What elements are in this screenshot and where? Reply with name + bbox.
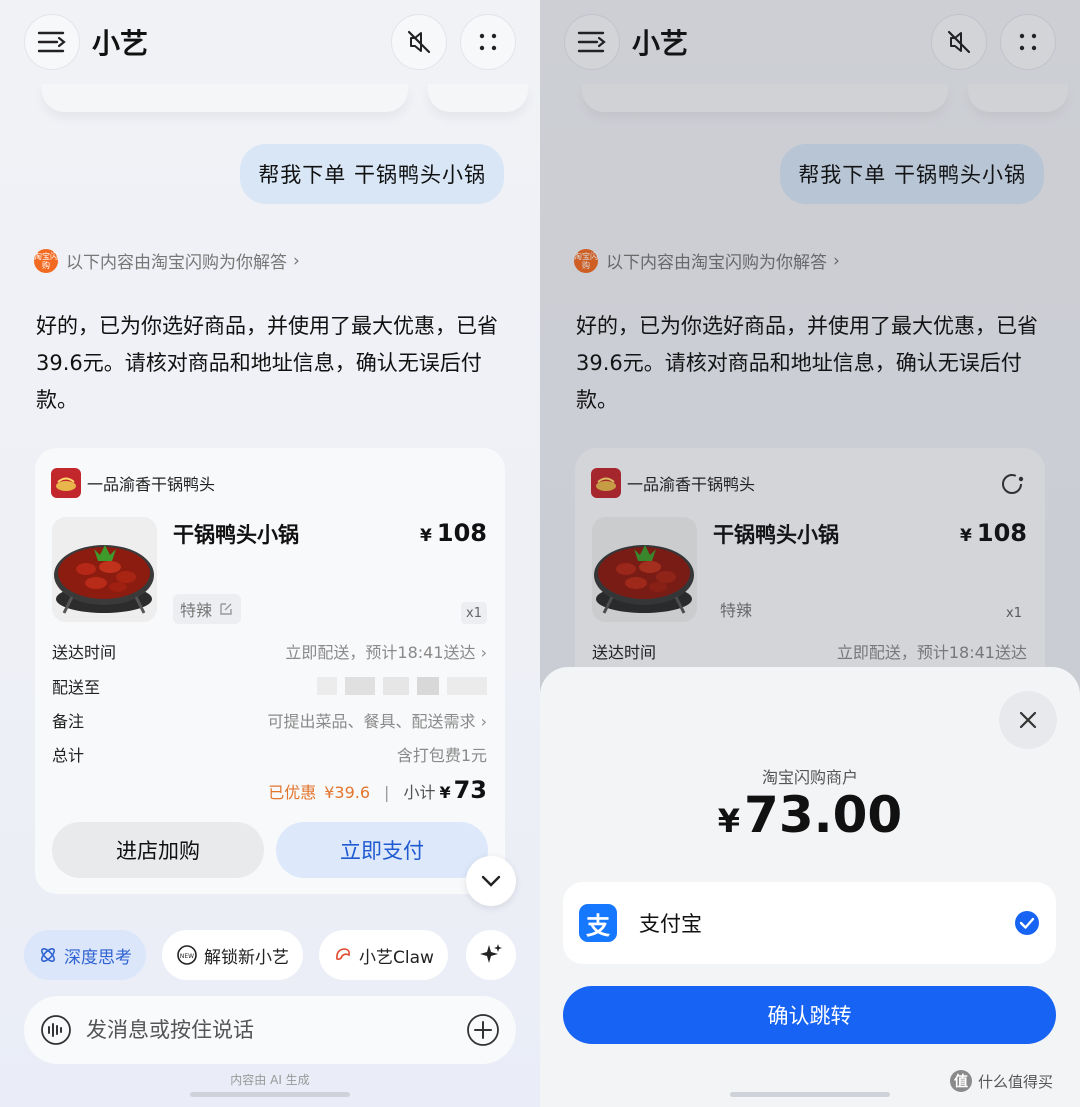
menu-icon: [577, 31, 606, 53]
unlock-xiaoyi-chip[interactable]: NEW 解锁新小艺: [162, 930, 303, 980]
quantity-badge: x1: [1006, 605, 1022, 621]
payment-method-label: 支付宝: [639, 912, 702, 936]
confirm-redirect-button[interactable]: 确认跳转: [563, 986, 1056, 1044]
delivery-time-row[interactable]: 送达时间 立即配送，预计18:41送达 ›: [52, 639, 487, 663]
mute-button[interactable]: [931, 14, 987, 70]
taobao-flash-icon: 淘宝闪购: [574, 248, 598, 273]
product-image[interactable]: [52, 517, 157, 622]
user-message-bubble[interactable]: 帮我下单 干锅鸭头小锅: [780, 144, 1044, 204]
redacted-address: [317, 677, 487, 695]
assistant-answer: 好的，已为你选好商品，并使用了最大优惠，已省39.6元。请核对商品和地址信息，确…: [576, 314, 1038, 412]
spec-tag[interactable]: 特辣: [173, 594, 242, 624]
menu-button[interactable]: [24, 14, 80, 70]
sparkle-button[interactable]: [466, 930, 516, 980]
menu-button[interactable]: [564, 14, 620, 70]
menu-icon: [37, 31, 66, 53]
close-icon: [1019, 711, 1037, 729]
pay-now-button[interactable]: 立即支付: [276, 822, 488, 878]
check-circle-icon[interactable]: [1014, 910, 1040, 936]
edit-icon: [220, 603, 232, 615]
taobao-flash-icon: 淘宝闪购: [34, 248, 58, 273]
previous-message-edge: [582, 84, 948, 112]
watermark-badge: 值: [950, 1070, 972, 1092]
add-from-store-button[interactable]: 进店加购: [52, 822, 264, 878]
spec-tag[interactable]: 特辣: [713, 594, 759, 624]
user-message-bubble[interactable]: 帮我下单 干锅鸭头小锅: [240, 144, 504, 204]
product-price: ¥108: [960, 519, 1027, 547]
watermark: 值 什么值得买: [950, 1070, 1053, 1092]
ai-generated-note: 内容由 AI 生成: [230, 1073, 310, 1087]
total-row: 总计 含打包费1元: [52, 746, 487, 765]
payment-amount: ¥73.00: [717, 786, 903, 844]
home-indicator[interactable]: [730, 1092, 890, 1097]
speaker-muted-icon: [407, 30, 431, 54]
shop-name[interactable]: 一品渝香干锅鸭头: [87, 471, 215, 495]
plus-circle-icon[interactable]: [466, 1013, 500, 1047]
quantity-badge: x1: [461, 602, 487, 624]
speaker-muted-icon: [947, 30, 971, 54]
note-row[interactable]: 备注 可提出菜品、餐具、配送需求 ›: [52, 708, 487, 732]
dots-grid-icon: [479, 33, 497, 51]
scroll-down-button[interactable]: [466, 856, 516, 906]
product-price: ¥108: [420, 519, 487, 547]
payment-method-alipay[interactable]: 支 支付宝: [563, 882, 1056, 964]
previous-message-edge: [428, 84, 528, 112]
loading-icon: [1002, 474, 1024, 494]
home-indicator[interactable]: [190, 1092, 350, 1097]
source-attribution[interactable]: 淘宝闪购 以下内容由淘宝闪购为你解答 ›: [574, 248, 840, 273]
source-label: 以下内容由淘宝闪购为你解答: [66, 253, 287, 273]
sparkle-icon: [480, 944, 502, 963]
chevron-right-icon: ›: [833, 250, 840, 271]
merchant-name: 淘宝闪购商户: [761, 768, 858, 787]
alipay-icon: 支: [579, 904, 617, 942]
watermark-text: 什么值得买: [978, 1072, 1054, 1091]
assistant-answer: 好的，已为你选好商品，并使用了最大优惠，已省39.6元。请核对商品和地址信息，确…: [36, 314, 498, 412]
app-title: 小艺: [92, 27, 149, 60]
delivery-time-row[interactable]: 送达时间 立即配送，预计18:41送达: [592, 639, 1027, 663]
svg-text:NEW: NEW: [180, 953, 194, 960]
dots-grid-icon: [1019, 33, 1037, 51]
left-screen: 小艺 帮我下单 干锅鸭头小锅 淘宝闪购 以下内容由淘宝闪购为你解答 › 好的，已…: [0, 0, 540, 1107]
xiaoyi-claw-chip[interactable]: 小艺Claw: [319, 930, 448, 980]
shop-name[interactable]: 一品渝香干锅鸭头: [627, 471, 755, 495]
price-summary: 已优惠 ¥39.6 | 小计 ¥73: [268, 776, 487, 804]
voice-icon[interactable]: [40, 1014, 72, 1046]
claw-icon: [336, 948, 350, 960]
more-button[interactable]: [1000, 14, 1056, 70]
deep-think-chip[interactable]: 深度思考: [24, 930, 146, 980]
product-name[interactable]: 干锅鸭头小锅: [173, 519, 299, 549]
shop-logo: [591, 468, 621, 498]
message-input-bar: [24, 996, 516, 1064]
message-input[interactable]: [86, 1018, 466, 1042]
new-badge-icon: NEW: [177, 945, 197, 965]
source-label: 以下内容由淘宝闪购为你解答: [606, 253, 827, 273]
more-button[interactable]: [460, 14, 516, 70]
atom-icon: [41, 948, 55, 962]
product-image[interactable]: [592, 517, 697, 622]
product-name[interactable]: 干锅鸭头小锅: [713, 519, 839, 549]
shop-logo: [51, 468, 81, 498]
close-button[interactable]: [999, 691, 1057, 749]
source-attribution[interactable]: 淘宝闪购 以下内容由淘宝闪购为你解答 ›: [34, 248, 300, 273]
mute-button[interactable]: [391, 14, 447, 70]
delivery-address-row[interactable]: 配送至: [52, 674, 487, 698]
chevron-right-icon: ›: [293, 250, 300, 271]
previous-message-edge: [42, 84, 408, 112]
order-card: 一品渝香干锅鸭头 干锅鸭头小锅 ¥108 特辣 x1 送达时间 立即配送，预计1…: [35, 448, 505, 894]
app-title: 小艺: [632, 27, 689, 60]
chevron-down-icon: [481, 875, 501, 887]
previous-message-edge: [968, 84, 1068, 112]
